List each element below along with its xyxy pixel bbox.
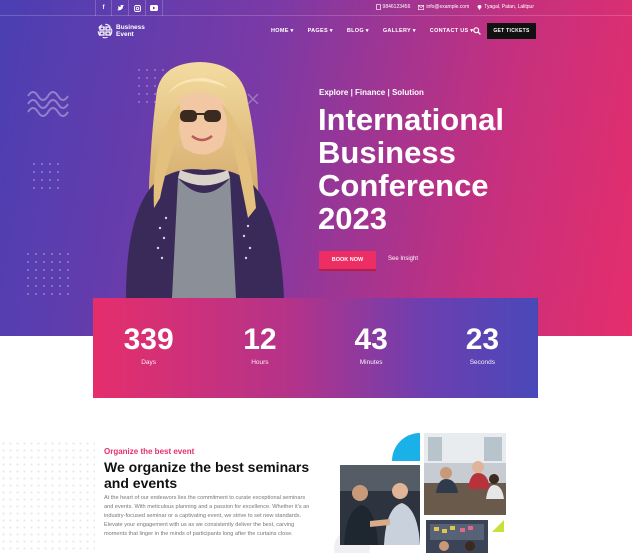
phone-info: 9846123456 bbox=[375, 4, 411, 10]
countdown-minutes-value: 43 bbox=[354, 323, 388, 356]
get-tickets-button[interactable]: GET TICKETS bbox=[487, 23, 536, 39]
menu-gallery[interactable]: GALLERY ▾ bbox=[383, 28, 416, 34]
instagram-icon[interactable] bbox=[129, 0, 146, 16]
twitter-icon[interactable] bbox=[112, 0, 129, 16]
countdown-minutes-label: Minutes bbox=[359, 359, 383, 366]
main-menu: HOME ▾ PAGES ▾ BLOG ▾ GALLERY ▾ CONTACT … bbox=[271, 28, 487, 34]
countdown-days: 339 Days bbox=[93, 298, 204, 398]
decor-dots bbox=[30, 160, 60, 192]
speaker-portrait bbox=[126, 62, 284, 298]
menu-contact[interactable]: CONTACT US ▾ bbox=[430, 28, 474, 34]
phone-number[interactable]: 9846123456 bbox=[383, 4, 411, 10]
countdown-hours-label: Hours bbox=[251, 359, 269, 366]
hero-title-line-4: 2023 bbox=[318, 201, 387, 236]
logo-line-2: Event bbox=[116, 31, 134, 38]
squiggle-decor bbox=[27, 91, 69, 117]
social-links: f bbox=[95, 0, 163, 16]
site-logo[interactable]: Business Event bbox=[97, 23, 145, 39]
logo-line-1: Business bbox=[116, 24, 145, 31]
countdown-seconds: 23 Seconds bbox=[427, 298, 538, 398]
map-pin-icon bbox=[477, 5, 482, 10]
phone-icon bbox=[375, 4, 381, 10]
countdown-minutes: 43 Minutes bbox=[316, 298, 427, 398]
countdown-seconds-value: 23 bbox=[465, 323, 500, 356]
location-text: Tyagal, Patan, Lalitpur bbox=[484, 4, 534, 10]
countdown-days-label: Days bbox=[141, 359, 157, 366]
gallery-photo-handshake bbox=[340, 465, 420, 545]
hero-title-line-1: International bbox=[318, 102, 505, 137]
search-icon[interactable] bbox=[473, 27, 481, 35]
location-info: Tyagal, Patan, Lalitpur bbox=[477, 4, 534, 10]
hero-title-line-3: Conference bbox=[318, 168, 489, 203]
about-kicker: Organize the best event bbox=[104, 447, 195, 456]
countdown-seconds-label: Seconds bbox=[469, 359, 496, 366]
menu-pages[interactable]: PAGES ▾ bbox=[308, 28, 333, 34]
contact-info: 9846123456 info@example.com Tyagal, Pata… bbox=[375, 4, 534, 10]
menu-home[interactable]: HOME ▾ bbox=[271, 28, 294, 34]
hero-title: International Business Conference 2023 bbox=[318, 103, 568, 235]
email-address[interactable]: info@example.com bbox=[426, 4, 469, 10]
hero-title-line-2: Business bbox=[318, 135, 456, 170]
book-now-button[interactable]: BOOK NOW bbox=[319, 251, 376, 269]
about-title: We organize the best seminars and events bbox=[104, 459, 310, 491]
main-navbar: Business Event HOME ▾ PAGES ▾ BLOG ▾ GAL… bbox=[0, 18, 632, 46]
countdown-hours-value: 12 bbox=[243, 323, 277, 356]
top-bar: f 9846123456 info@example.com Tyagal, Pa… bbox=[0, 0, 632, 16]
decor-quarter-circle bbox=[392, 433, 420, 461]
countdown-panel: 339 Days 12 Hours 43 Minutes 23 Seconds bbox=[93, 298, 538, 398]
hero-section: f 9846123456 info@example.com Tyagal, Pa… bbox=[0, 0, 632, 336]
countdown-hours: 12 Hours bbox=[204, 298, 315, 398]
see-insight-link[interactable]: See Insight bbox=[388, 256, 418, 262]
gallery-photo-office bbox=[424, 433, 506, 515]
about-description: At the heart of our endeavors lies the c… bbox=[104, 495, 310, 537]
decor-dots bbox=[0, 440, 95, 553]
countdown-days-value: 339 bbox=[123, 323, 174, 356]
youtube-icon[interactable] bbox=[146, 0, 163, 16]
hero-kicker: Explore | Finance | Solution bbox=[319, 88, 424, 97]
facebook-icon[interactable]: f bbox=[95, 0, 112, 16]
menu-blog[interactable]: BLOG ▾ bbox=[347, 28, 369, 34]
logo-mark-icon bbox=[97, 23, 113, 39]
decor-triangle bbox=[492, 520, 504, 532]
decor-dots bbox=[24, 250, 72, 300]
gallery-photo-team bbox=[426, 520, 488, 553]
envelope-icon bbox=[418, 4, 425, 10]
email-info: info@example.com bbox=[418, 4, 469, 10]
